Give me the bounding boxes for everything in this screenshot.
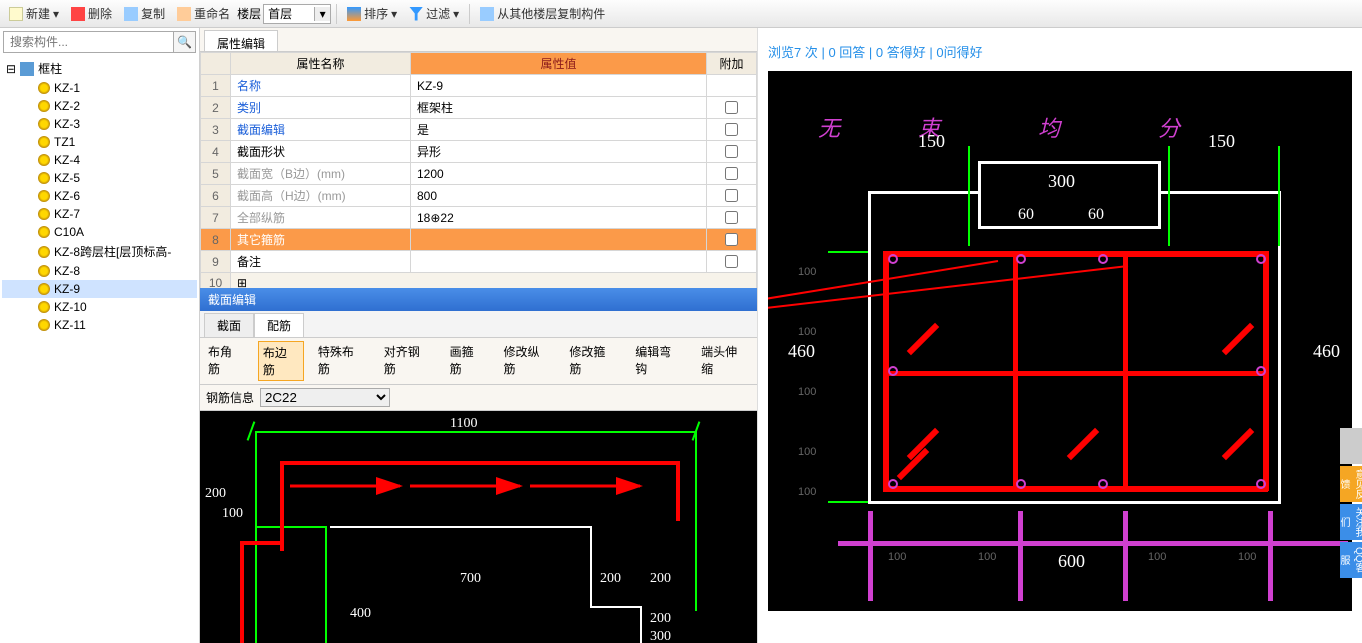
rebar-toolbar: 布角筋布边筋特殊布筋对齐钢筋画箍筋修改纵筋修改箍筋编辑弯钩端头伸缩 (200, 338, 757, 385)
copy-button[interactable]: 复制 (119, 3, 170, 24)
tab-rebar[interactable]: 配筋 (254, 313, 304, 337)
rebar-tool-button[interactable]: 修改纵筋 (499, 341, 555, 381)
tree-item[interactable]: KZ-9 (2, 280, 197, 298)
component-icon (38, 226, 50, 238)
section-editor-window: 截面编辑 截面 配筋 布角筋布边筋特殊布筋对齐钢筋画箍筋修改纵筋修改箍筋编辑弯钩… (200, 288, 757, 643)
new-button[interactable]: 新建 ▾ (4, 3, 64, 24)
prop-row[interactable]: 1名称KZ-9 (201, 75, 757, 97)
component-icon (38, 208, 50, 220)
component-icon (38, 301, 50, 313)
tree-item[interactable]: KZ-10 (2, 298, 197, 316)
tab-prop-edit[interactable]: 属性编辑 (204, 30, 278, 51)
component-icon (38, 118, 50, 130)
copy-from-button[interactable]: 从其他楼层复制构件 (475, 3, 610, 24)
prop-row[interactable]: 3截面编辑是 (201, 119, 757, 141)
tree-item[interactable]: KZ-3 (2, 115, 197, 133)
prop-row[interactable]: 6截面高（H边）(mm)800 (201, 185, 757, 207)
extra-checkbox[interactable] (725, 255, 738, 268)
tree-root[interactable]: ⊟ 框柱 (2, 58, 197, 79)
col-extra: 附加 (707, 53, 757, 75)
sort-button[interactable]: 排序 ▾ (342, 3, 402, 24)
component-icon (38, 154, 50, 166)
search-box: 🔍 (3, 31, 196, 53)
prop-row[interactable]: 4截面形状异形 (201, 141, 757, 163)
qq-button[interactable]: QQ客服 (1340, 542, 1362, 578)
tab-section[interactable]: 截面 (204, 313, 254, 337)
search-icon[interactable]: 🔍 (173, 32, 195, 52)
main-toolbar: 新建 ▾ 删除 复制 重命名 楼层 ▾ 排序 ▾ 过滤 ▾ 从其他楼层复制构件 (0, 0, 1362, 28)
extra-checkbox[interactable] (725, 145, 738, 158)
component-icon (38, 100, 50, 112)
center-panel: 属性编辑 属性名称 属性值 附加 1名称KZ-92类别框架柱3截面编辑是4截面形… (200, 28, 758, 643)
col-value: 属性值 (411, 53, 707, 75)
view-stats: 浏览7 次 | 0 回答 | 0 答得好 | 0问得好 (768, 38, 1352, 71)
rebar-tool-button[interactable]: 特殊布筋 (314, 341, 370, 381)
tree-item[interactable]: KZ-11 (2, 316, 197, 334)
left-panel: 🔍 ⊟ 框柱 KZ-1KZ-2KZ-3TZ1KZ-4KZ-5KZ-6KZ-7C1… (0, 28, 200, 643)
delete-button[interactable]: 删除 (66, 3, 117, 24)
component-tree: ⊟ 框柱 KZ-1KZ-2KZ-3TZ1KZ-4KZ-5KZ-6KZ-7C10A… (0, 56, 199, 643)
tree-item[interactable]: KZ-7 (2, 205, 197, 223)
rename-button[interactable]: 重命名 (172, 3, 235, 24)
filter-button[interactable]: 过滤 ▾ (404, 3, 464, 24)
component-icon (38, 190, 50, 202)
section-cad-canvas[interactable]: 1100 200 100 700 700 400 200 198 200 200… (200, 411, 757, 643)
extra-checkbox[interactable] (725, 123, 738, 136)
tree-item[interactable]: KZ-8 (2, 262, 197, 280)
prop-row[interactable]: 8其它箍筋 (201, 229, 757, 251)
tree-item[interactable]: KZ-6 (2, 187, 197, 205)
prop-tabs: 属性编辑 (200, 28, 757, 52)
component-icon (38, 319, 50, 331)
rebar-tool-button[interactable]: 布边筋 (258, 341, 304, 381)
component-icon (38, 246, 50, 258)
search-input[interactable] (4, 32, 173, 52)
component-icon (38, 136, 50, 148)
prop-row[interactable]: 7全部纵筋18⊕22 (201, 207, 757, 229)
tree-item[interactable]: KZ-8跨层柱[层顶标高- (2, 241, 197, 262)
extra-checkbox[interactable] (725, 211, 738, 224)
prop-row[interactable]: 9备注 (201, 251, 757, 273)
tree-item[interactable]: KZ-5 (2, 169, 197, 187)
rebar-info-label: 钢筋信息 (206, 389, 254, 406)
rebar-tool-button[interactable]: 端头伸缩 (697, 341, 753, 381)
floor-select[interactable]: ▾ (263, 4, 331, 24)
tree-item[interactable]: TZ1 (2, 133, 197, 151)
scroll-top-button[interactable] (1340, 428, 1362, 464)
extra-checkbox[interactable] (725, 167, 738, 180)
tree-item[interactable]: KZ-4 (2, 151, 197, 169)
right-panel: 浏览7 次 | 0 回答 | 0 答得好 | 0问得好 无 束 均 分 150 … (758, 28, 1362, 643)
component-icon (38, 283, 50, 295)
extra-checkbox[interactable] (725, 189, 738, 202)
extra-checkbox[interactable] (725, 233, 738, 246)
reference-drawing: 无 束 均 分 150 150 300 60 60 460 460 600 10… (768, 71, 1352, 611)
rebar-tool-button[interactable]: 修改箍筋 (565, 341, 621, 381)
section-editor-title: 截面编辑 (200, 288, 757, 311)
rebar-tool-button[interactable]: 对齐钢筋 (380, 341, 436, 381)
rebar-info-select[interactable]: 2C22 (260, 388, 390, 407)
tree-item[interactable]: KZ-1 (2, 79, 197, 97)
rebar-tool-button[interactable]: 画箍筋 (446, 341, 490, 381)
follow-button[interactable]: 关注我们 (1340, 504, 1362, 540)
component-icon (38, 265, 50, 277)
extra-checkbox[interactable] (725, 101, 738, 114)
collapse-icon[interactable]: ⊟ (6, 62, 16, 76)
column-icon (20, 62, 34, 76)
component-icon (38, 172, 50, 184)
rebar-tool-button[interactable]: 布角筋 (204, 341, 248, 381)
prop-row[interactable]: 2类别框架柱 (201, 97, 757, 119)
floor-label: 楼层 (237, 5, 261, 22)
component-icon (38, 82, 50, 94)
feedback-button[interactable]: 意见反馈 (1340, 466, 1362, 502)
tree-item[interactable]: C10A (2, 223, 197, 241)
col-name: 属性名称 (231, 53, 411, 75)
side-buttons: 意见反馈 关注我们 QQ客服 (1340, 428, 1362, 578)
prop-row[interactable]: 5截面宽（B边）(mm)1200 (201, 163, 757, 185)
rebar-tool-button[interactable]: 编辑弯钩 (631, 341, 687, 381)
tree-item[interactable]: KZ-2 (2, 97, 197, 115)
